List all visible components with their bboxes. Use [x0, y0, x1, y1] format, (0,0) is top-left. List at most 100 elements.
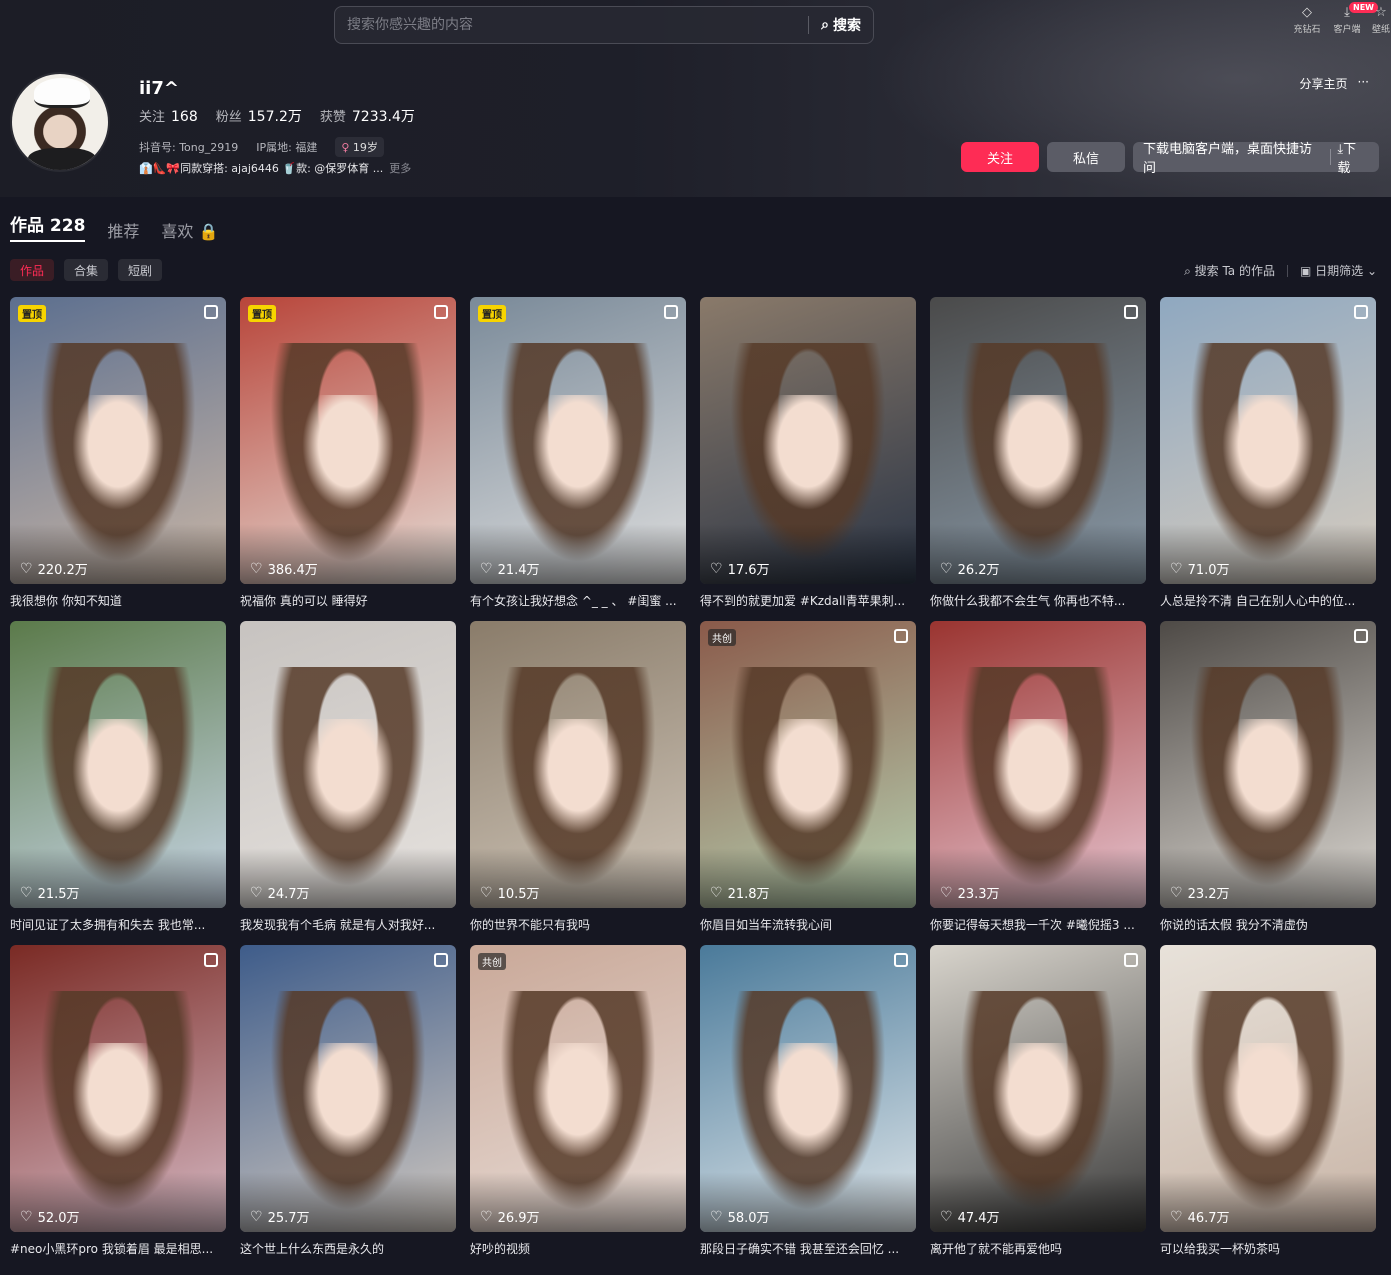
subtab-works[interactable]: 作品: [10, 259, 55, 281]
video-thumbnail[interactable]: ♡ 24.7万: [240, 621, 456, 908]
video-thumbnail[interactable]: ♡ 25.7万: [240, 945, 456, 1232]
video-thumbnail[interactable]: ♡ 58.0万: [700, 945, 916, 1232]
video-thumbnail[interactable]: 共创 ♡ 26.9万: [470, 945, 686, 1232]
video-thumbnail[interactable]: 共创 ♡ 21.8万: [700, 621, 916, 908]
video-caption[interactable]: 你的世界不能只有我吗: [470, 916, 680, 933]
video-caption[interactable]: 你说的话太假 我分不清虚伪: [1160, 916, 1370, 933]
more-options-icon[interactable]: ···: [1358, 75, 1369, 92]
video-thumbnail[interactable]: ♡ 21.5万: [10, 621, 226, 908]
video-card[interactable]: ♡ 71.0万人总是拎不清 自己在别人心中的位...: [1160, 297, 1376, 609]
following-stat[interactable]: 关注 168: [139, 106, 198, 126]
pinned-badge: 置顶: [478, 305, 506, 322]
video-thumbnail[interactable]: ♡ 46.7万: [1160, 945, 1376, 1232]
like-count: ♡ 47.4万: [940, 1207, 1000, 1227]
like-count-value: 10.5万: [497, 887, 540, 902]
heart-icon: ♡: [710, 884, 723, 901]
signature-more-link[interactable]: 更多: [389, 160, 411, 176]
top-actions: ◇ 充钻石 NEW ⤓ 客户端 ☆ 壁纸: [1291, 2, 1391, 35]
video-caption[interactable]: 人总是拎不清 自己在别人心中的位...: [1160, 592, 1370, 609]
video-card[interactable]: ♡ 24.7万我发现我有个毛病 就是有人对我好...: [240, 621, 456, 933]
share-area: 分享主页 ···: [1300, 75, 1369, 92]
video-caption[interactable]: 好吵的视频: [470, 1240, 680, 1257]
video-caption[interactable]: 你做什么我都不会生气 你再也不特...: [930, 592, 1140, 609]
video-caption[interactable]: 祝福你 真的可以 睡得好: [240, 592, 450, 609]
search-button[interactable]: ⌕ 搜索: [809, 15, 873, 35]
video-caption[interactable]: 可以给我买一杯奶茶吗: [1160, 1240, 1370, 1257]
follow-button[interactable]: 关注: [961, 142, 1039, 172]
nickname: ii7^: [139, 78, 179, 99]
video-card[interactable]: ♡ 46.7万可以给我买一杯奶茶吗: [1160, 945, 1376, 1257]
like-count: ♡ 23.2万: [1170, 883, 1230, 903]
video-caption[interactable]: 离开他了就不能再爱他吗: [930, 1240, 1140, 1257]
video-card[interactable]: ♡ 26.2万你做什么我都不会生气 你再也不特...: [930, 297, 1146, 609]
collab-badge: 共创: [708, 629, 736, 646]
video-thumbnail[interactable]: 置顶 ♡ 21.4万: [470, 297, 686, 584]
video-thumbnail[interactable]: ♡ 23.3万: [930, 621, 1146, 908]
like-count: ♡ 21.5万: [20, 883, 80, 903]
like-count-value: 21.4万: [497, 563, 540, 578]
video-card[interactable]: 置顶 ♡ 386.4万祝福你 真的可以 睡得好: [240, 297, 456, 609]
avatar[interactable]: [10, 72, 110, 172]
video-card[interactable]: ♡ 58.0万那段日子确实不错 我甚至还会回忆 ...: [700, 945, 916, 1257]
video-card[interactable]: ♡ 47.4万离开他了就不能再爱他吗: [930, 945, 1146, 1257]
video-caption[interactable]: #neo小黑环pro 我锁着眉 最是相思...: [10, 1240, 220, 1257]
video-thumbnail[interactable]: ♡ 17.6万: [700, 297, 916, 584]
video-caption[interactable]: 你要记得每天想我一千次 #曦倪摇3 ...: [930, 916, 1140, 933]
video-card[interactable]: ♡ 52.0万 #neo小黑环pro 我锁着眉 最是相思...: [10, 945, 226, 1257]
like-count: ♡ 23.3万: [940, 883, 1000, 903]
heart-icon: ♡: [250, 1208, 263, 1225]
search-input[interactable]: [335, 7, 809, 43]
video-thumbnail[interactable]: ♡ 10.5万: [470, 621, 686, 908]
video-card[interactable]: ♡ 23.3万你要记得每天想我一千次 #曦倪摇3 ...: [930, 621, 1146, 933]
video-thumbnail[interactable]: ♡ 26.2万: [930, 297, 1146, 584]
video-caption[interactable]: 时间见证了太多拥有和失去 我也常...: [10, 916, 220, 933]
video-caption[interactable]: 我发现我有个毛病 就是有人对我好...: [240, 916, 450, 933]
video-caption[interactable]: 我很想你 你知不知道: [10, 592, 220, 609]
video-thumbnail[interactable]: ♡ 71.0万: [1160, 297, 1376, 584]
like-count: ♡ 26.9万: [480, 1207, 540, 1227]
message-button[interactable]: 私信: [1047, 142, 1125, 172]
download-button[interactable]: ⤓下载: [1337, 138, 1369, 176]
recharge-button[interactable]: ◇ 充钻石: [1291, 4, 1323, 35]
video-card[interactable]: ♡ 25.7万这个世上什么东西是永久的: [240, 945, 456, 1257]
video-caption[interactable]: 有个女孩让我好想念 ^_ _ 、 #闺蜜 ...: [470, 592, 680, 609]
search-works-button[interactable]: ⌕ 搜索 Ta 的作品: [1184, 262, 1275, 279]
download-client-banner[interactable]: 下载电脑客户端，桌面快捷访问 ⤓下载: [1133, 142, 1379, 176]
thumbnail-face-shape: [296, 718, 400, 843]
followers-stat[interactable]: 粉丝 157.2万: [216, 106, 302, 126]
date-filter-dropdown[interactable]: ▣ 日期筛选 ⌄: [1300, 262, 1377, 279]
video-card[interactable]: ♡ 21.5万时间见证了太多拥有和失去 我也常...: [10, 621, 226, 933]
share-profile-button[interactable]: 分享主页: [1300, 75, 1348, 92]
video-thumbnail[interactable]: 置顶 ♡ 386.4万: [240, 297, 456, 584]
video-card[interactable]: 共创 ♡ 26.9万好吵的视频: [470, 945, 686, 1257]
video-thumbnail[interactable]: ♡ 52.0万: [10, 945, 226, 1232]
wallpaper-icon: ☆: [1375, 5, 1387, 20]
like-count-value: 23.3万: [957, 887, 1000, 902]
video-card[interactable]: 置顶 ♡ 21.4万有个女孩让我好想念 ^_ _ 、 #闺蜜 ...: [470, 297, 686, 609]
video-card[interactable]: 置顶 ♡ 220.2万我很想你 你知不知道: [10, 297, 226, 609]
video-thumbnail[interactable]: ♡ 23.2万: [1160, 621, 1376, 908]
video-caption[interactable]: 这个世上什么东西是永久的: [240, 1240, 450, 1257]
like-count: ♡ 26.2万: [940, 559, 1000, 579]
wallpaper-button[interactable]: ☆ 壁纸: [1371, 4, 1391, 35]
tab-works[interactable]: 作品 228: [10, 211, 86, 242]
video-thumbnail[interactable]: ♡ 47.4万: [930, 945, 1146, 1232]
pinned-badge: 置顶: [18, 305, 46, 322]
client-download-button[interactable]: NEW ⤓ 客户端: [1331, 2, 1378, 35]
subtab-collections[interactable]: 合集: [64, 259, 109, 281]
video-caption[interactable]: 得不到的就更加爱 #Kzdall青苹果刺...: [700, 592, 910, 609]
tab-likes[interactable]: 喜欢 🔒: [161, 218, 218, 242]
video-card[interactable]: 共创 ♡ 21.8万 你眉目如当年流转我心间: [700, 621, 916, 933]
video-card[interactable]: ♡ 17.6万得不到的就更加爱 #Kzdall青苹果刺...: [700, 297, 916, 609]
subtab-shorts[interactable]: 短剧: [118, 259, 163, 281]
thumbnail-face-shape: [66, 394, 170, 519]
video-caption[interactable]: 你眉目如当年流转我心间: [700, 916, 910, 933]
video-thumbnail[interactable]: 置顶 ♡ 220.2万: [10, 297, 226, 584]
search-icon: ⌕: [821, 17, 829, 33]
like-count-value: 21.5万: [37, 887, 80, 902]
like-count: ♡ 220.2万: [20, 559, 88, 579]
tab-recommend[interactable]: 推荐: [107, 218, 139, 242]
video-card[interactable]: ♡ 10.5万你的世界不能只有我吗: [470, 621, 686, 933]
video-caption[interactable]: 那段日子确实不错 我甚至还会回忆 ...: [700, 1240, 910, 1257]
video-card[interactable]: ♡ 23.2万你说的话太假 我分不清虚伪: [1160, 621, 1376, 933]
